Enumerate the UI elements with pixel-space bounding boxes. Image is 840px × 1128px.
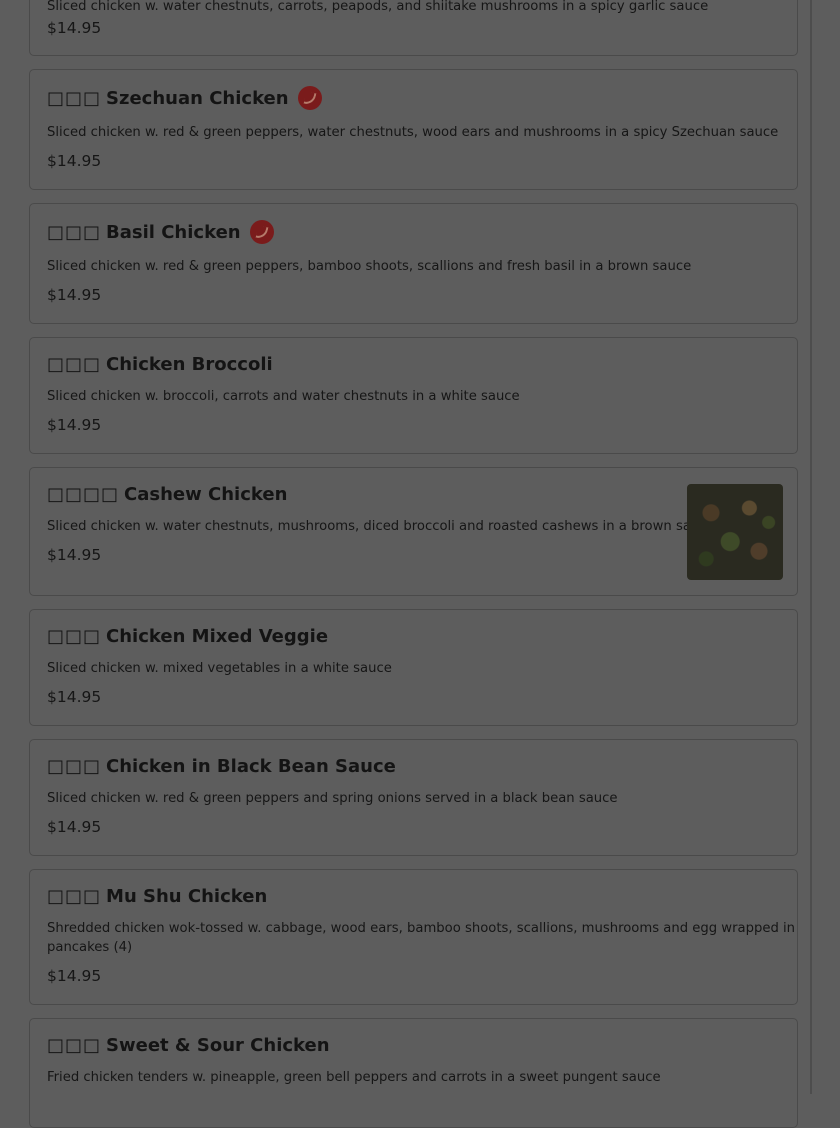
- item-description: Sliced chicken w. broccoli, carrots and …: [47, 389, 520, 404]
- item-name: Basil Chicken: [106, 221, 241, 243]
- item-name: Chicken in Black Bean Sauce: [106, 756, 396, 777]
- item-description: Sliced chicken w. red & green peppers, b…: [47, 259, 692, 274]
- item-description: Fried chicken tenders w. pineapple, gree…: [47, 1070, 661, 1085]
- item-name: Mu Shu Chicken: [106, 886, 268, 907]
- menu-item-card[interactable]: □□□ Chicken Broccoli Sliced chicken w. b…: [29, 337, 798, 454]
- item-description-continued: pancakes (4): [47, 940, 133, 955]
- menu-item-card[interactable]: Sliced chicken w. water chestnuts, carro…: [29, 0, 798, 56]
- item-description: Sliced chicken w. red & green peppers an…: [47, 791, 618, 806]
- menu-item-card[interactable]: □□□ Basil Chicken Sliced chicken w. red …: [29, 203, 798, 324]
- item-title: □□□ Sweet & Sour Chicken: [47, 1035, 330, 1056]
- scrollbar[interactable]: [810, 0, 812, 1094]
- item-title: □□□ Chicken Broccoli: [47, 354, 273, 375]
- item-price: $14.95: [47, 688, 102, 706]
- item-chinese-name: □□□: [47, 87, 102, 109]
- item-price: $14.95: [47, 967, 102, 985]
- item-title: □□□□ Cashew Chicken: [47, 484, 287, 505]
- item-description: Shredded chicken wok-tossed w. cabbage, …: [47, 921, 796, 936]
- item-chinese-name: □□□: [47, 626, 102, 647]
- item-chinese-name: □□□□: [47, 484, 120, 505]
- item-chinese-name: □□□: [47, 354, 102, 375]
- item-description: Sliced chicken w. mixed vegetables in a …: [47, 661, 392, 676]
- chili-pepper-icon: [297, 86, 322, 110]
- menu-item-card[interactable]: □□□ Chicken Mixed Veggie Sliced chicken …: [29, 609, 798, 726]
- item-price: $14.95: [47, 818, 102, 836]
- item-title: □□□ Mu Shu Chicken: [47, 886, 267, 907]
- item-price: $14.95: [47, 546, 102, 564]
- item-name: Sweet & Sour Chicken: [106, 1035, 330, 1056]
- item-name: Szechuan Chicken: [106, 87, 289, 109]
- item-title: □□□ Basil Chicken: [47, 220, 274, 244]
- item-description: Sliced chicken w. water chestnuts, mushr…: [47, 519, 715, 534]
- menu-item-card[interactable]: □□□ Chicken in Black Bean Sauce Sliced c…: [29, 739, 798, 856]
- item-price: $14.95: [47, 286, 102, 304]
- item-description: Sliced chicken w. water chestnuts, carro…: [47, 0, 709, 14]
- item-chinese-name: □□□: [47, 221, 102, 243]
- item-description: Sliced chicken w. red & green peppers, w…: [47, 125, 779, 140]
- item-name: Chicken Mixed Veggie: [106, 626, 329, 647]
- chili-pepper-icon: [249, 220, 274, 244]
- menu-item-card[interactable]: □□□□ Cashew Chicken Sliced chicken w. wa…: [29, 467, 798, 596]
- item-title: □□□ Szechuan Chicken: [47, 86, 322, 110]
- menu-item-card[interactable]: □□□ Sweet & Sour Chicken Fried chicken t…: [29, 1018, 798, 1128]
- menu-item-card[interactable]: □□□ Mu Shu Chicken Shredded chicken wok-…: [29, 869, 798, 1005]
- item-name: Chicken Broccoli: [106, 354, 273, 375]
- item-chinese-name: □□□: [47, 886, 102, 907]
- item-chinese-name: □□□: [47, 756, 102, 777]
- item-title: □□□ Chicken Mixed Veggie: [47, 626, 328, 647]
- item-photo[interactable]: [687, 484, 783, 580]
- item-price: $14.95: [47, 19, 102, 37]
- item-chinese-name: □□□: [47, 1035, 102, 1056]
- item-price: $14.95: [47, 152, 102, 170]
- item-title: □□□ Chicken in Black Bean Sauce: [47, 756, 396, 777]
- item-name: Cashew Chicken: [124, 484, 288, 505]
- menu-item-card[interactable]: □□□ Szechuan Chicken Sliced chicken w. r…: [29, 69, 798, 190]
- item-price: $14.95: [47, 416, 102, 434]
